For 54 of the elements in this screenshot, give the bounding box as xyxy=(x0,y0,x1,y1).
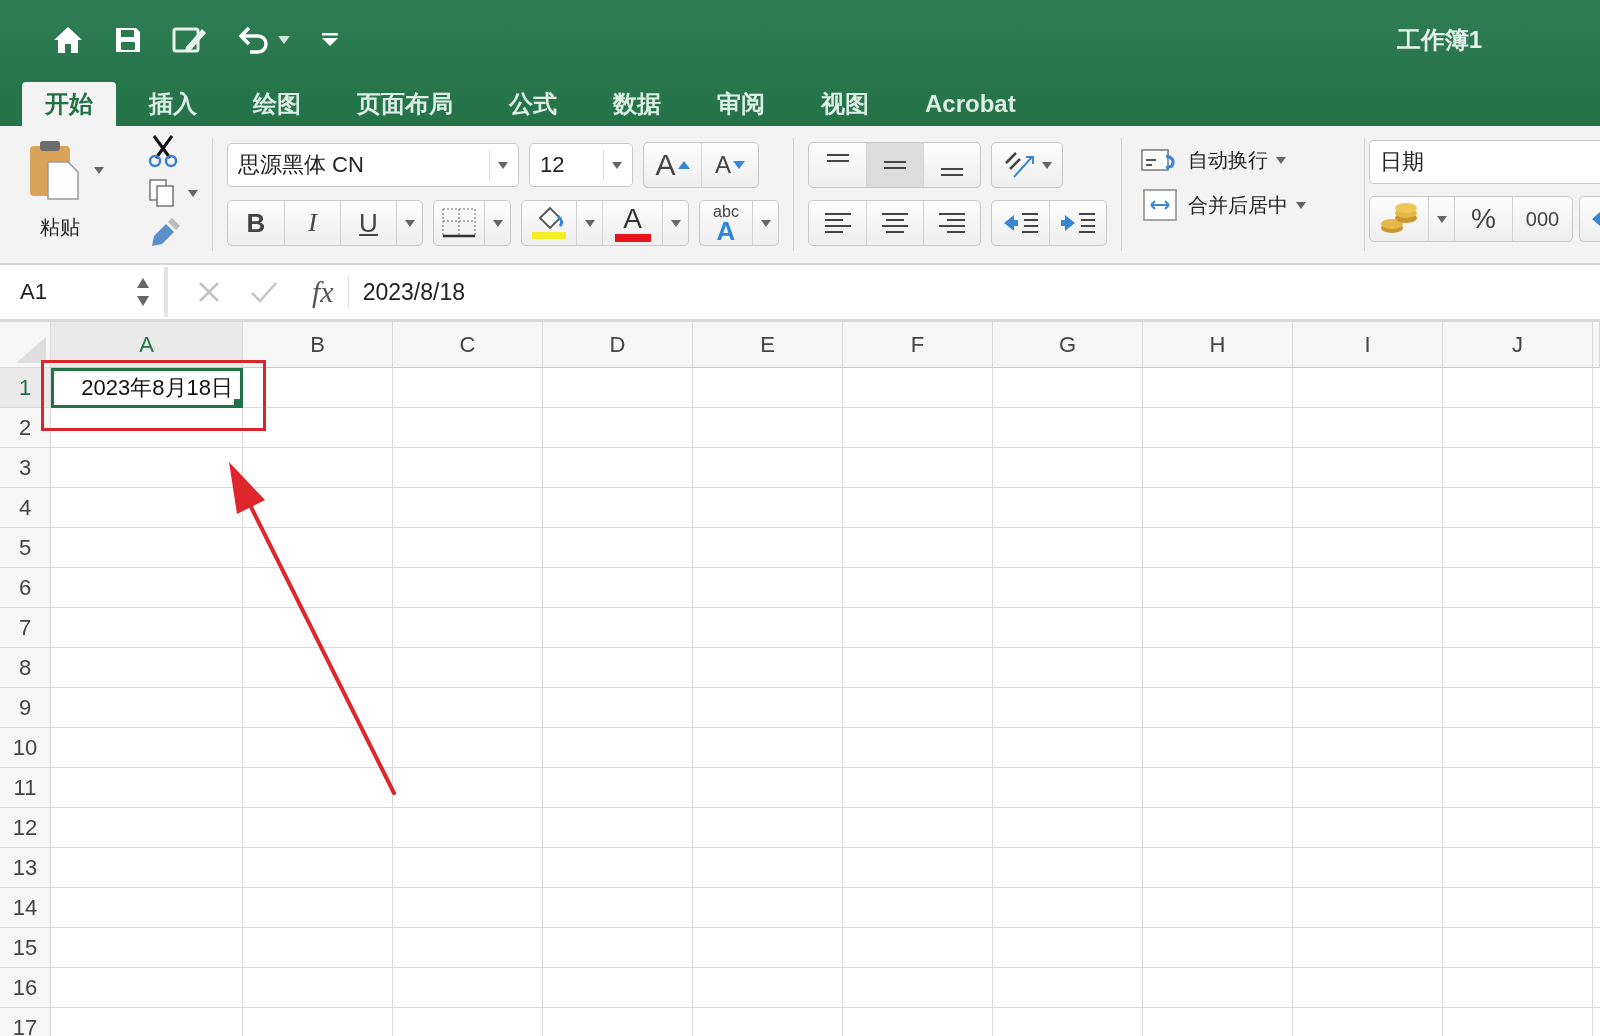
paste-button[interactable]: 粘贴 xyxy=(20,214,80,241)
row-header[interactable]: 13 xyxy=(0,848,51,888)
column-header[interactable]: J xyxy=(1443,322,1593,368)
row-header[interactable]: 2 xyxy=(0,408,51,448)
row-header[interactable]: 10 xyxy=(0,728,51,768)
row-header[interactable]: 9 xyxy=(0,688,51,728)
wrap-text-button[interactable]: 自动换行 xyxy=(1140,146,1350,174)
font-size-field[interactable]: 12 xyxy=(529,143,633,187)
name-box[interactable]: A1 xyxy=(0,267,168,317)
percent-button[interactable]: % xyxy=(1454,197,1512,241)
column-header[interactable]: I xyxy=(1293,322,1443,368)
ribbon-tab[interactable]: Acrobat xyxy=(897,82,1044,126)
column-header[interactable]: B xyxy=(243,322,393,368)
grow-font-button[interactable]: A xyxy=(644,143,701,187)
column-header[interactable]: C xyxy=(393,322,543,368)
row-header[interactable]: 11 xyxy=(0,768,51,808)
shrink-font-button[interactable]: A xyxy=(701,143,758,187)
ribbon-tab[interactable]: 数据 xyxy=(585,82,689,126)
row-header[interactable]: 7 xyxy=(0,608,51,648)
ribbon-tab[interactable]: 视图 xyxy=(793,82,897,126)
thousands-button[interactable]: 000 xyxy=(1512,197,1572,241)
row-header[interactable]: 3 xyxy=(0,448,51,488)
row-header[interactable]: 14 xyxy=(0,888,51,928)
sheet-cell[interactable]: 2023年8月18日 xyxy=(51,368,243,408)
row-header[interactable]: 6 xyxy=(0,568,51,608)
row-header[interactable]: 12 xyxy=(0,808,51,848)
number-format-field[interactable]: 日期 xyxy=(1369,140,1600,184)
row-header[interactable]: 4 xyxy=(0,488,51,528)
column-header[interactable]: D xyxy=(543,322,693,368)
row-header[interactable]: 8 xyxy=(0,648,51,688)
font-name-field[interactable]: 思源黑体 CN xyxy=(227,143,519,187)
ribbon-tab[interactable]: 审阅 xyxy=(689,82,793,126)
italic-button[interactable]: I xyxy=(284,201,340,245)
column-header[interactable]: H xyxy=(1143,322,1293,368)
row-header[interactable]: 1 xyxy=(0,368,51,408)
formula-field[interactable]: 2023/8/18 xyxy=(362,278,465,306)
column-header[interactable]: F xyxy=(843,322,993,368)
column-header[interactable]: A xyxy=(51,322,243,368)
insert-function-button[interactable]: fx xyxy=(312,275,334,309)
ribbon-tab[interactable]: 插入 xyxy=(121,82,225,126)
window-title: 工作簿1 xyxy=(1396,25,1482,55)
ribbon-tab[interactable]: 页面布局 xyxy=(329,82,481,126)
row-header[interactable]: 5 xyxy=(0,528,51,568)
bold-button[interactable]: B xyxy=(228,201,284,245)
ribbon-tab[interactable]: 绘图 xyxy=(225,82,329,126)
row-header[interactable]: 17 xyxy=(0,1008,51,1036)
row-header[interactable]: 16 xyxy=(0,968,51,1008)
row-header[interactable]: 15 xyxy=(0,928,51,968)
ribbon-tab[interactable]: 开始 xyxy=(22,82,116,126)
underline-button[interactable]: U xyxy=(340,201,396,245)
column-header[interactable]: G xyxy=(993,322,1143,368)
merge-center-button[interactable]: 合并后居中 xyxy=(1140,188,1350,222)
column-header[interactable]: E xyxy=(693,322,843,368)
ribbon-tab[interactable]: 公式 xyxy=(481,82,585,126)
